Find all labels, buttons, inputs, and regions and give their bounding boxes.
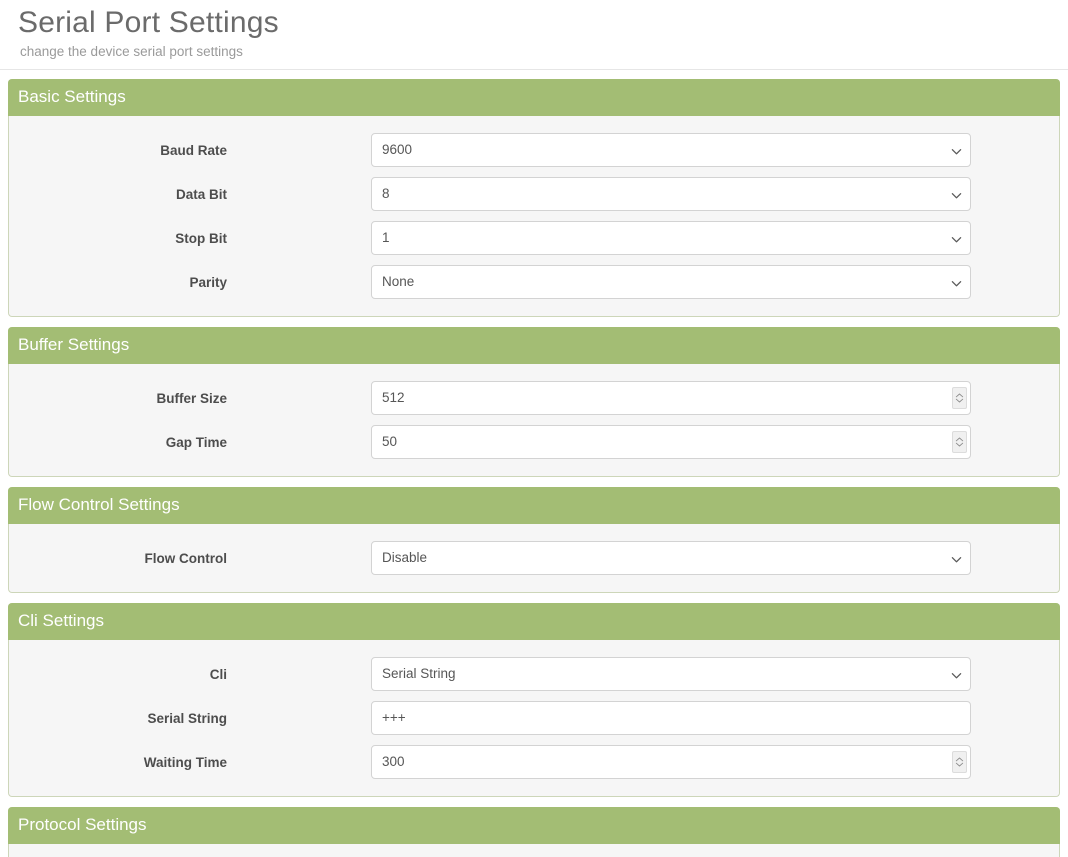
field-wrapper-baud-rate: 9600 (371, 133, 971, 167)
field-wrapper-serial-string: +++ (371, 701, 971, 735)
label-baud-rate: Baud Rate (160, 142, 227, 158)
panel-title-cli-settings: Cli Settings (8, 603, 1060, 640)
page-subtitle: change the device serial port settings (20, 44, 243, 59)
form-row-waiting-time: Waiting Time 300 (9, 740, 1059, 784)
form-row-flow-control: Flow Control Disable (9, 536, 1059, 580)
number-input-buffer-size[interactable]: 512 (371, 381, 971, 415)
panel-body-flow-control-settings: Flow Control Disable (9, 524, 1059, 592)
panel-body-buffer-settings: Buffer Size 512 Gap Time 50 (9, 364, 1059, 476)
panel-title-protocol-settings: Protocol Settings (8, 807, 1060, 844)
form-row-cli: Cli Serial String (9, 652, 1059, 696)
select-baud-rate[interactable]: 9600 (371, 133, 971, 167)
select-parity[interactable]: None (371, 265, 971, 299)
panel-cli-settings: Cli Settings Cli Serial String Serial Strin… (8, 603, 1060, 797)
field-wrapper-buffer-size: 512 (371, 381, 971, 415)
form-row-baud-rate: Baud Rate 9600 (9, 128, 1059, 172)
label-gap-time: Gap Time (165, 434, 227, 450)
number-input-gap-time[interactable]: 50 (371, 425, 971, 459)
field-wrapper-gap-time: 50 (371, 425, 971, 459)
panel-protocol-settings: Protocol SettingsProtocolModbus (8, 807, 1060, 857)
form-row-parity: Parity None (9, 260, 1059, 304)
label-buffer-size: Buffer Size (156, 390, 227, 406)
label-parity: Parity (189, 274, 227, 290)
page-header: Serial Port Settings change the device s… (0, 0, 1068, 70)
panel-body-cli-settings: Cli Serial String Serial String +++ Waiting … (9, 640, 1059, 796)
form-row-serial-string: Serial String +++ (9, 696, 1059, 740)
text-input-serial-string[interactable]: +++ (371, 701, 971, 735)
field-wrapper-parity: None (371, 265, 971, 299)
label-stop-bit: Stop Bit (175, 230, 227, 246)
label-data-bit: Data Bit (175, 186, 227, 202)
select-data-bit[interactable]: 8 (371, 177, 971, 211)
field-wrapper-flow-control: Disable (371, 541, 971, 575)
select-flow-control[interactable]: Disable (371, 541, 971, 575)
field-wrapper-cli: Serial String (371, 657, 971, 691)
form-row-gap-time: Gap Time 50 (9, 420, 1059, 464)
select-stop-bit[interactable]: 1 (371, 221, 971, 255)
panel-body-basic-settings: Baud Rate 9600 Data Bit 8 Stop Bit 1 Parity Non… (9, 116, 1059, 316)
panel-title-buffer-settings: Buffer Settings (8, 327, 1060, 364)
panel-title-flow-control-settings: Flow Control Settings (8, 487, 1060, 524)
label-serial-string: Serial String (147, 710, 227, 726)
panel-body-protocol-settings: ProtocolModbus (9, 844, 1059, 857)
form-row-stop-bit: Stop Bit 1 (9, 216, 1059, 260)
label-flow-control: Flow Control (144, 550, 227, 566)
field-wrapper-waiting-time: 300 (371, 745, 971, 779)
label-waiting-time: Waiting Time (143, 754, 227, 770)
panel-buffer-settings: Buffer Settings Buffer Size 512 Gap Time 50 (8, 327, 1060, 477)
page-title: Serial Port Settings (18, 6, 279, 39)
settings-form: Basic Settings Baud Rate 9600 Data Bit 8 Stop… (0, 70, 1068, 857)
number-input-waiting-time[interactable]: 300 (371, 745, 971, 779)
field-wrapper-data-bit: 8 (371, 177, 971, 211)
panel-basic-settings: Basic Settings Baud Rate 9600 Data Bit 8 Stop… (8, 79, 1060, 317)
field-wrapper-stop-bit: 1 (371, 221, 971, 255)
label-cli: Cli (209, 666, 227, 682)
select-cli[interactable]: Serial String (371, 657, 971, 691)
form-row-data-bit: Data Bit 8 (9, 172, 1059, 216)
panel-flow-control-settings: Flow Control Settings Flow Control Disable (8, 487, 1060, 593)
form-row-buffer-size: Buffer Size 512 (9, 376, 1059, 420)
panel-title-basic-settings: Basic Settings (8, 79, 1060, 116)
